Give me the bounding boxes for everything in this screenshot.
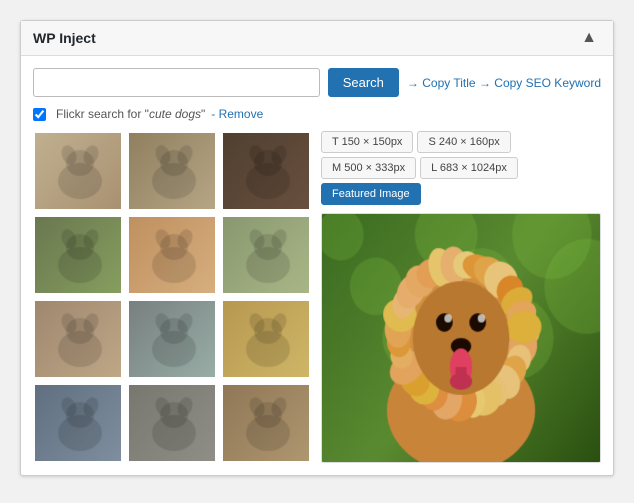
thumbnail-7[interactable] <box>33 299 123 379</box>
thumbnail-12[interactable] <box>221 383 311 463</box>
search-input[interactable]: cute dogs <box>33 68 320 97</box>
search-button[interactable]: Search <box>328 68 399 97</box>
preview-image-container <box>321 213 601 463</box>
preview-image <box>322 214 600 462</box>
thumbnail-8[interactable] <box>127 299 217 379</box>
size-btn-T[interactable]: T 150 × 150px <box>321 131 413 153</box>
copy-seo-link[interactable]: → Copy SEO Keyword <box>479 76 601 90</box>
thumbnail-6[interactable] <box>221 215 311 295</box>
content-area: T 150 × 150pxS 240 × 160pxM 500 × 333pxL… <box>33 131 601 463</box>
flickr-label: Flickr search for "cute dogs" <box>56 107 205 121</box>
size-btn-S[interactable]: S 240 × 160px <box>417 131 510 153</box>
size-btn-M[interactable]: M 500 × 333px <box>321 157 416 179</box>
collapse-button[interactable]: ▲ <box>577 29 601 47</box>
thumbnail-5[interactable] <box>127 215 217 295</box>
panel-body: cute dogs Search → Copy Title → Copy SEO… <box>21 56 613 475</box>
wp-inject-panel: WP Inject ▲ cute dogs Search → Copy Titl… <box>20 20 614 476</box>
panel-title: WP Inject <box>33 30 96 46</box>
thumbnail-4[interactable] <box>33 215 123 295</box>
copy-links: → Copy Title → Copy SEO Keyword <box>407 76 601 90</box>
copy-title-link[interactable]: → Copy Title <box>407 76 476 90</box>
flickr-row: Flickr search for "cute dogs" - Remove <box>33 107 601 121</box>
size-btn-FI[interactable]: Featured Image <box>321 183 421 205</box>
thumbnail-11[interactable] <box>127 383 217 463</box>
thumbnail-grid <box>33 131 311 463</box>
flickr-remove-link[interactable]: - Remove <box>211 107 263 121</box>
thumbnail-2[interactable] <box>127 131 217 211</box>
thumbnail-3[interactable] <box>221 131 311 211</box>
size-buttons: T 150 × 150pxS 240 × 160pxM 500 × 333pxL… <box>321 131 601 205</box>
search-row: cute dogs Search → Copy Title → Copy SEO… <box>33 68 601 97</box>
right-panel: T 150 × 150pxS 240 × 160pxM 500 × 333pxL… <box>321 131 601 463</box>
thumbnail-1[interactable] <box>33 131 123 211</box>
size-btn-L[interactable]: L 683 × 1024px <box>420 157 518 179</box>
flickr-checkbox[interactable] <box>33 108 46 121</box>
thumbnail-10[interactable] <box>33 383 123 463</box>
panel-header: WP Inject ▲ <box>21 21 613 56</box>
thumbnail-9[interactable] <box>221 299 311 379</box>
